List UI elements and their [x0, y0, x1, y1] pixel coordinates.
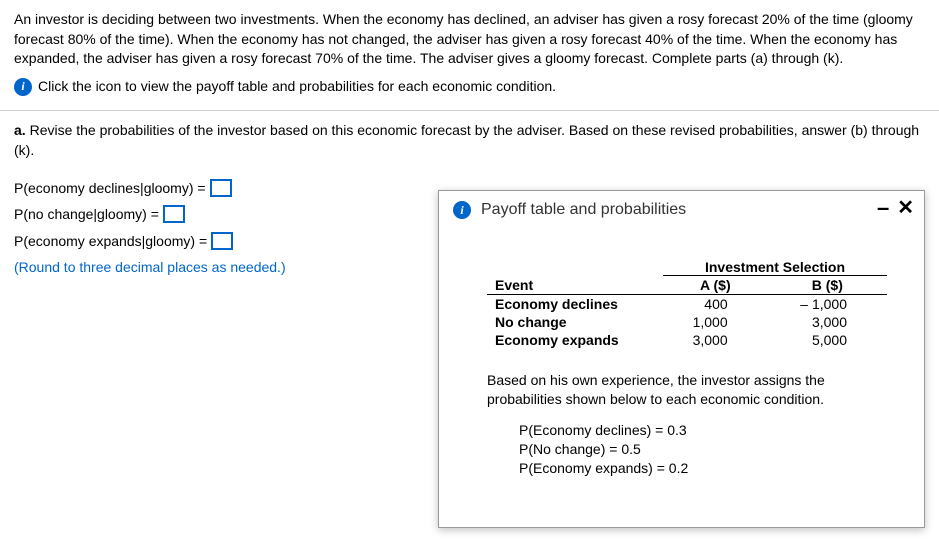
- minimize-icon[interactable]: –: [877, 197, 889, 219]
- part-a: a. Revise the probabilities of the inves…: [0, 117, 939, 168]
- popup-note: Based on his own experience, the investo…: [487, 371, 894, 409]
- answer-input-2[interactable]: [163, 205, 185, 223]
- table-spanner: Investment Selection: [663, 259, 887, 276]
- info-line: i Click the icon to view the payoff tabl…: [14, 77, 925, 97]
- popup-header: i Payoff table and probabilities – ✕: [439, 191, 924, 229]
- col-a: A ($): [663, 276, 768, 295]
- table-row: No change 1,000 3,000: [487, 313, 887, 331]
- col-b: B ($): [768, 276, 887, 295]
- close-icon[interactable]: ✕: [897, 198, 914, 218]
- part-a-body: Revise the probabilities of the investor…: [14, 122, 919, 158]
- col-event: Event: [487, 276, 663, 295]
- popup-body: Investment Selection Event A ($) B ($) E…: [439, 229, 924, 487]
- prob-line-1: P(Economy declines) = 0.3: [519, 421, 894, 440]
- row-a: 400: [663, 295, 768, 314]
- table-row: Economy declines 400 – 1,000: [487, 295, 887, 314]
- popup-title: Payoff table and probabilities: [481, 201, 686, 219]
- part-a-label: a.: [14, 122, 26, 138]
- question-area: An investor is deciding between two inve…: [0, 0, 939, 104]
- answer-input-3[interactable]: [211, 232, 233, 250]
- answer-input-1[interactable]: [210, 179, 232, 197]
- payoff-popup: i Payoff table and probabilities – ✕ Inv…: [438, 190, 925, 528]
- divider: [0, 110, 939, 111]
- answer-label-3: P(economy expands|gloomy) =: [14, 228, 207, 255]
- row-b: 3,000: [768, 313, 887, 331]
- prob-line-2: P(No change) = 0.5: [519, 440, 894, 459]
- row-a: 1,000: [663, 313, 768, 331]
- question-text: An investor is deciding between two inve…: [14, 10, 925, 69]
- prob-line-3: P(Economy expands) = 0.2: [519, 459, 894, 478]
- answer-label-1: P(economy declines|gloomy) =: [14, 175, 206, 202]
- row-event: Economy expands: [487, 331, 663, 349]
- part-a-text: a. Revise the probabilities of the inves…: [14, 122, 919, 158]
- row-b: 5,000: [768, 331, 887, 349]
- payoff-table: Investment Selection Event A ($) B ($) E…: [487, 259, 887, 349]
- info-icon: i: [453, 201, 471, 219]
- row-a: 3,000: [663, 331, 768, 349]
- row-event: Economy declines: [487, 295, 663, 314]
- info-icon[interactable]: i: [14, 78, 32, 96]
- row-event: No change: [487, 313, 663, 331]
- popup-controls: – ✕: [877, 197, 914, 219]
- table-row: Economy expands 3,000 5,000: [487, 331, 887, 349]
- info-line-text: Click the icon to view the payoff table …: [38, 77, 556, 97]
- answer-label-2: P(no change|gloomy) =: [14, 201, 159, 228]
- row-b: – 1,000: [768, 295, 887, 314]
- prob-block: P(Economy declines) = 0.3 P(No change) =…: [487, 421, 894, 478]
